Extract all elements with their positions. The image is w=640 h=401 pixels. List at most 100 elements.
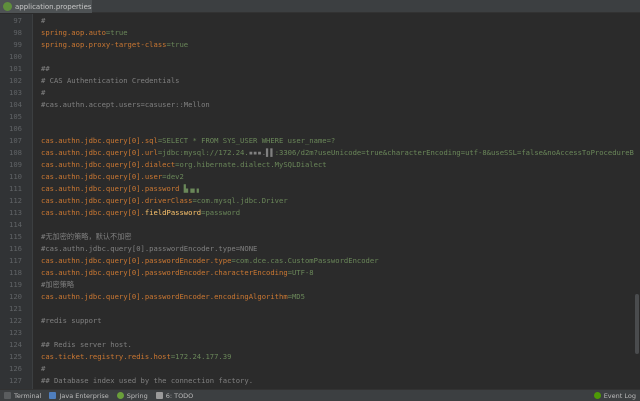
code-line[interactable]: 106 (0, 123, 640, 135)
line-number: 102 (9, 76, 22, 85)
event-log-icon (593, 392, 601, 399)
line-number: 98 (13, 28, 22, 37)
terminal-button[interactable]: Terminal (4, 392, 41, 400)
line-number: 100 (9, 52, 22, 61)
code-token: =true (105, 28, 128, 37)
spring-leaf-icon (116, 392, 124, 399)
line-number: 109 (9, 160, 22, 169)
code-line[interactable]: 114 (0, 219, 640, 231)
code-line[interactable]: 105 (0, 111, 640, 123)
code-line[interactable]: 101 ## (0, 63, 640, 75)
code-token: ## Redis server host. (41, 340, 132, 349)
line-code: cas.authn.jdbc.query[0].driverClass=com.… (41, 195, 288, 207)
code-token: cas.ticket.registry.redis.host (41, 352, 171, 361)
code-line[interactable]: 115 #无加密的策略，默认不加密 (0, 231, 640, 243)
line-number: 104 (9, 100, 22, 109)
terminal-label: Terminal (14, 391, 42, 400)
line-number: 112 (9, 196, 22, 205)
code-line[interactable]: 113 cas.authn.jdbc.query[0].fieldPassword… (0, 207, 640, 219)
todo-button[interactable]: 6: TODO (155, 391, 194, 400)
line-number: 120 (9, 292, 22, 301)
line-code: #cas.authn.accept.users=casuser::Mellon (41, 99, 210, 111)
line-number: 108 (9, 148, 22, 157)
code-line[interactable]: 110 cas.authn.jdbc.query[0].user=dev2 (0, 171, 640, 183)
code-token: # (41, 16, 46, 25)
line-number: 106 (9, 124, 22, 133)
code-line[interactable]: 108 cas.authn.jdbc.query[0].url=jdbc:mysq… (0, 147, 640, 159)
code-token: # (41, 364, 46, 373)
code-line[interactable]: 118 cas.authn.jdbc.query[0].passwordEncod… (0, 267, 640, 279)
line-number: 117 (9, 256, 22, 265)
line-code: cas.authn.jdbc.query[0].user=dev2 (41, 171, 184, 183)
code-token: =com.mysql.jdbc.Driver (192, 196, 288, 205)
code-token: #加密策略 (41, 280, 75, 289)
line-code: cas.authn.jdbc.query[0].passwordEncoder.… (41, 255, 379, 267)
code-token: # (41, 88, 46, 97)
code-line[interactable]: 109 cas.authn.jdbc.query[0].dialect=org.h… (0, 159, 640, 171)
code-line[interactable]: 125 cas.ticket.registry.redis.host=172.24… (0, 351, 640, 363)
line-number: 127 (9, 376, 22, 385)
todo-label: 6: TODO (165, 391, 194, 400)
line-code: # CAS Authentication Credentials (41, 75, 179, 87)
line-code: cas.authn.jdbc.query[0].passwordEncoder.… (41, 291, 305, 303)
code-token: =password (201, 208, 241, 217)
line-number: 113 (9, 208, 22, 217)
code-line[interactable]: 112 cas.authn.jdbc.query[0].driverClass=c… (0, 195, 640, 207)
line-number: 103 (9, 88, 22, 97)
code-line[interactable]: 104 #cas.authn.accept.users=casuser::Mell… (0, 99, 640, 111)
line-number: 107 (9, 136, 22, 145)
code-line[interactable]: 100 (0, 51, 640, 63)
code-line[interactable]: 119 #加密策略 (0, 279, 640, 291)
code-line[interactable]: 116 #cas.authn.jdbc.query[0].passwordEnco… (0, 243, 640, 255)
code-line[interactable]: 98 spring.aop.auto=true (0, 27, 640, 39)
vertical-scrollbar[interactable] (634, 14, 640, 389)
line-number: 123 (9, 328, 22, 337)
line-number: 121 (9, 304, 22, 313)
line-code: #加密策略 (41, 279, 74, 291)
code-line[interactable]: 127 ## Database index used by the connect… (0, 375, 640, 387)
terminal-icon (4, 392, 11, 399)
line-code: #cas.authn.jdbc.query[0].passwordEncoder… (41, 243, 257, 255)
java-enterprise-icon (49, 392, 57, 399)
code-line[interactable]: 124 ## Redis server host. (0, 339, 640, 351)
event-log-button[interactable]: Event Log (593, 392, 636, 400)
scrollbar-thumb[interactable] (635, 294, 639, 354)
line-number: 119 (9, 280, 22, 289)
code-line[interactable]: 120 cas.authn.jdbc.query[0].passwordEncod… (0, 291, 640, 303)
code-line[interactable]: 103 # (0, 87, 640, 99)
code-line[interactable]: 111 cas.authn.jdbc.query[0].password ▙▗▖▖ (0, 183, 640, 195)
code-line[interactable]: 97 # (0, 15, 640, 27)
code-token: #无加密的策略，默认不加密 (41, 232, 132, 241)
line-number: 124 (9, 340, 22, 349)
code-token: =com.dce.cas.CustomPasswordEncoder (231, 256, 379, 265)
line-code: spring.aop.proxy-target-class=true (41, 39, 188, 51)
line-number: 97 (13, 16, 22, 25)
line-code: # (41, 87, 45, 99)
code-line[interactable]: 123 (0, 327, 640, 339)
code-token: =org.hibernate.dialect.MySQLDialect (175, 160, 327, 169)
code-line[interactable]: 102 # CAS Authentication Credentials (0, 75, 640, 87)
code-token: cas.authn.jdbc.query[0].user (41, 172, 163, 181)
tab-application-properties[interactable]: application.properties (0, 0, 92, 13)
code-line[interactable]: 117 cas.authn.jdbc.query[0].passwordEncod… (0, 255, 640, 267)
code-line[interactable]: 121 (0, 303, 640, 315)
code-token: #cas.authn.accept.users=casuser::Mellon (41, 100, 210, 109)
line-code: spring.aop.auto=true (41, 27, 128, 39)
code-token: cas.authn.jdbc.query[0].dialect (41, 160, 176, 169)
code-token: =dev2 (162, 172, 184, 181)
java-enterprise-button[interactable]: Java Enterprise (49, 392, 109, 400)
code-token: ## Database index used by the connection… (41, 376, 254, 385)
code-line[interactable]: 107 cas.authn.jdbc.query[0].sql=SELECT * … (0, 135, 640, 147)
code-line[interactable]: 122 #redis support (0, 315, 640, 327)
code-token: spring.aop.auto (41, 28, 106, 37)
tool-window-bar: Terminal Java Enterprise Spring 6: TODO … (0, 389, 640, 401)
code-editor[interactable]: 97 #98 spring.aop.auto=true 99 spring.aop.pr… (0, 14, 640, 389)
code-line[interactable]: 126 # (0, 363, 640, 375)
line-number: 116 (9, 244, 22, 253)
line-number: 110 (9, 172, 22, 181)
spring-button[interactable]: Spring (116, 392, 148, 400)
line-code: cas.ticket.registry.redis.host=172.24.17… (41, 351, 231, 363)
code-line[interactable]: 99 spring.aop.proxy-target-class=true (0, 39, 640, 51)
line-number: 126 (9, 364, 22, 373)
tab-label: application.properties (15, 2, 92, 11)
